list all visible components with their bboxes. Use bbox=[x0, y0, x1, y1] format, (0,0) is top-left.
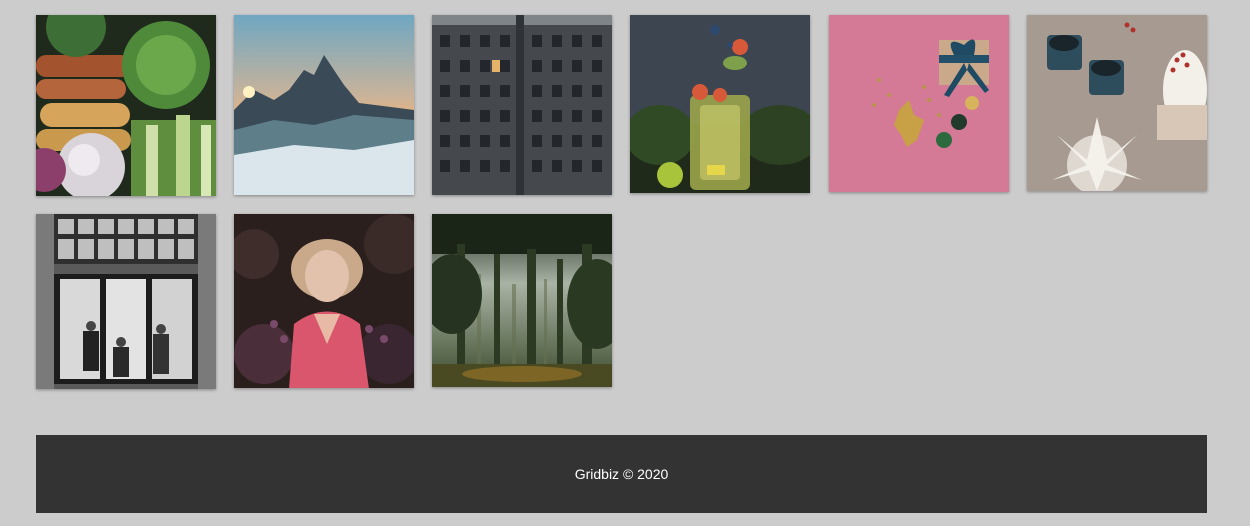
woman-in-flowers-photo bbox=[234, 214, 414, 388]
building-facade-photo bbox=[432, 15, 612, 195]
gallery-thumb-woman-flowers[interactable] bbox=[234, 214, 414, 388]
gallery-thumb-storefront[interactable] bbox=[36, 214, 216, 389]
gallery-thumb-forest[interactable] bbox=[432, 214, 612, 387]
image-gallery bbox=[0, 0, 1250, 400]
gallery-thumb-building[interactable] bbox=[432, 15, 612, 195]
gallery-thumb-pink-gift[interactable] bbox=[829, 15, 1009, 192]
site-footer: Gridbiz © 2020 bbox=[36, 435, 1207, 513]
mountain-sunrise-photo bbox=[234, 15, 414, 195]
gallery-thumb-vegetables[interactable] bbox=[36, 15, 216, 196]
misty-forest-photo bbox=[432, 214, 612, 387]
paper-star-candles-photo bbox=[1027, 15, 1207, 191]
vegetables-photo bbox=[36, 15, 216, 196]
gallery-thumb-paper-star[interactable] bbox=[1027, 15, 1207, 191]
footer-copyright: Gridbiz © 2020 bbox=[574, 466, 669, 482]
storefront-people-photo bbox=[36, 214, 216, 389]
gallery-thumb-mountain[interactable] bbox=[234, 15, 414, 195]
gallery-thumb-tea-jar[interactable] bbox=[630, 15, 810, 193]
herbal-tea-jar-photo bbox=[630, 15, 810, 193]
pink-gift-flatlay-photo bbox=[829, 15, 1009, 192]
